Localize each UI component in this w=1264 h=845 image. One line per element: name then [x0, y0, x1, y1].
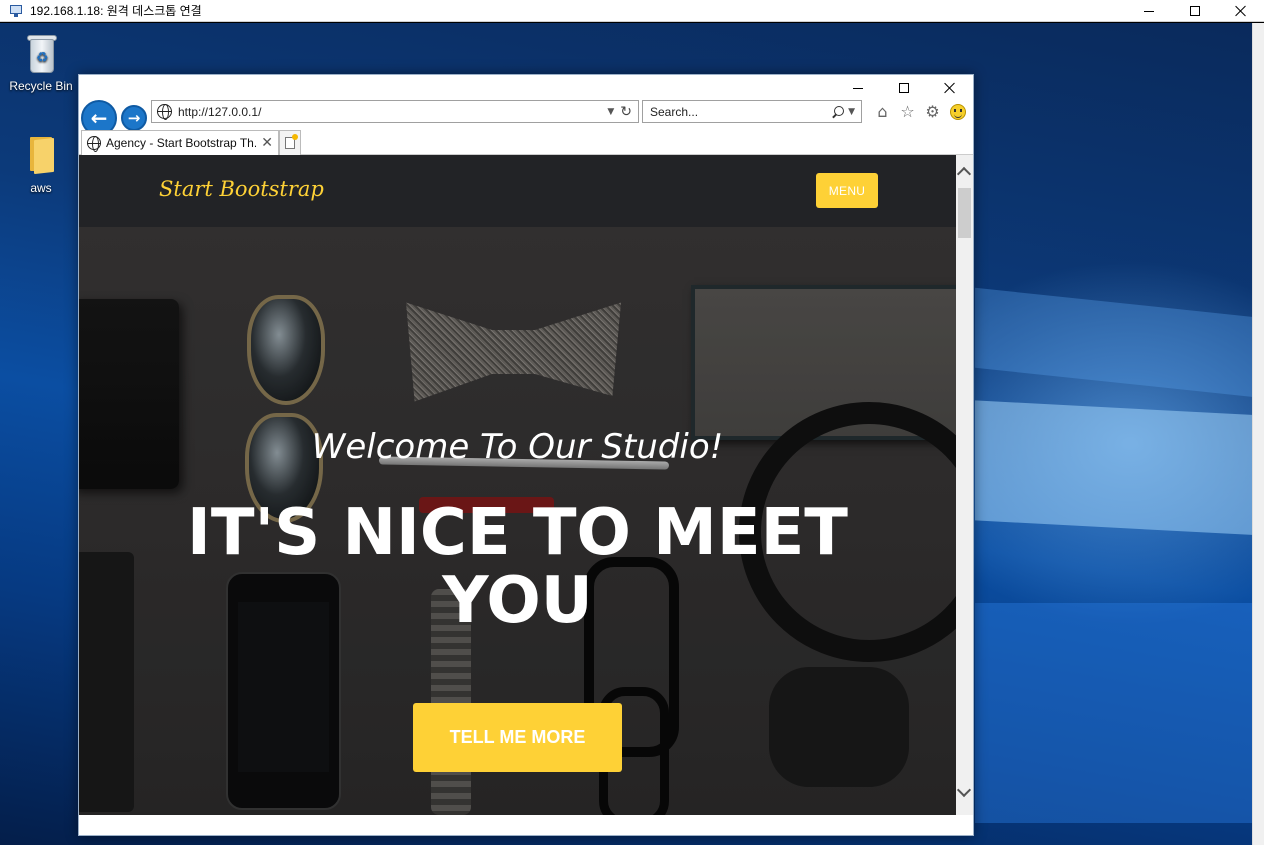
wallpaper-light	[975, 400, 1252, 536]
site-brand-link[interactable]: Start Bootstrap	[159, 177, 324, 201]
rdp-titlebar: 192.168.1.18: 원격 데스크톱 연결	[0, 0, 1264, 22]
home-icon[interactable]: ⌂	[873, 102, 892, 121]
site-navbar: Start Bootstrap MENU	[79, 155, 956, 227]
rdp-minimize-button[interactable]	[1126, 0, 1172, 22]
feedback-smiley-icon	[949, 103, 966, 120]
tab-close-icon[interactable]: ✕	[261, 135, 273, 151]
tab-agency[interactable]: Agency - Start Bootstrap Th... ✕	[81, 130, 279, 155]
close-icon	[1235, 5, 1247, 17]
arrow-right-icon: →	[127, 108, 141, 127]
scroll-down-icon[interactable]	[956, 782, 972, 798]
favorites-star-icon[interactable]: ☆	[898, 102, 917, 121]
address-bar[interactable]: http://127.0.0.1/ ▼ ↻	[151, 100, 639, 123]
page-scrollbar[interactable]	[956, 155, 973, 815]
page-viewport: Start Bootstrap MENU Welcome To Our Stud…	[79, 155, 956, 815]
new-tab-button[interactable]	[279, 130, 301, 155]
search-icon[interactable]	[832, 105, 845, 118]
tell-me-more-button[interactable]: TELL ME MORE	[413, 703, 622, 772]
desktop-icon-recycle-bin[interactable]: ♻ Recycle Bin	[5, 33, 77, 93]
windows-desktop: ♻ Recycle Bin aws ← → http://127.0.0.1/ …	[0, 23, 1252, 845]
rdp-scrollbar[interactable]	[1252, 23, 1264, 845]
search-box[interactable]: Search... ▼	[642, 100, 862, 123]
globe-icon	[87, 136, 101, 152]
wallpaper-light	[975, 603, 1252, 823]
new-tab-icon	[285, 134, 298, 149]
rdp-window-controls	[1126, 0, 1264, 22]
search-dropdown-icon[interactable]: ▼	[848, 107, 855, 117]
scrollbar-thumb[interactable]	[958, 188, 971, 238]
desktop-icon-aws-folder[interactable]: aws	[5, 135, 77, 195]
settings-gear-icon[interactable]: ⚙	[923, 102, 942, 121]
rdp-window-title: 192.168.1.18: 원격 데스크톱 연결	[30, 4, 202, 18]
arrow-left-icon: ←	[90, 106, 108, 130]
rdp-maximize-button[interactable]	[1172, 0, 1218, 22]
menu-button[interactable]: MENU	[816, 173, 878, 208]
close-icon	[944, 82, 956, 94]
globe-icon	[157, 104, 172, 120]
desktop-icon-label: Recycle Bin	[9, 79, 73, 93]
hero-subheading: Welcome To Our Studio!	[311, 427, 724, 467]
recycle-bin-icon: ♻	[24, 33, 58, 75]
browser-toolbar-icons: ⌂ ☆ ⚙	[873, 102, 967, 121]
minimize-icon	[1144, 10, 1154, 12]
minimize-icon	[853, 87, 863, 89]
address-dropdown-icon[interactable]: ▼	[607, 107, 614, 117]
hero-section: Welcome To Our Studio! IT'S NICE TO MEET…	[79, 227, 956, 815]
browser-window: ← → http://127.0.0.1/ ▼ ↻ Search... ▼ ⌂ …	[78, 74, 974, 836]
refresh-icon[interactable]: ↻	[620, 104, 632, 120]
tab-bar: Agency - Start Bootstrap Th... ✕	[79, 128, 973, 155]
browser-window-controls	[835, 75, 973, 101]
hero-heading: IT'S NICE TO MEET YOU	[187, 496, 848, 638]
browser-minimize-button[interactable]	[835, 75, 881, 101]
maximize-icon	[899, 83, 909, 93]
tab-title: Agency - Start Bootstrap Th...	[106, 136, 257, 150]
search-input[interactable]: Search...	[650, 105, 832, 119]
browser-maximize-button[interactable]	[881, 75, 927, 101]
feedback-button[interactable]	[948, 102, 967, 121]
remote-desktop-icon	[10, 4, 24, 17]
rdp-close-button[interactable]	[1218, 0, 1264, 22]
desktop-icon-label: aws	[30, 181, 52, 195]
maximize-icon	[1190, 6, 1200, 16]
address-url[interactable]: http://127.0.0.1/	[178, 105, 607, 119]
scroll-up-icon[interactable]	[956, 166, 972, 182]
wallpaper-light	[975, 287, 1252, 399]
folder-icon	[26, 135, 56, 175]
browser-close-button[interactable]	[927, 75, 973, 101]
